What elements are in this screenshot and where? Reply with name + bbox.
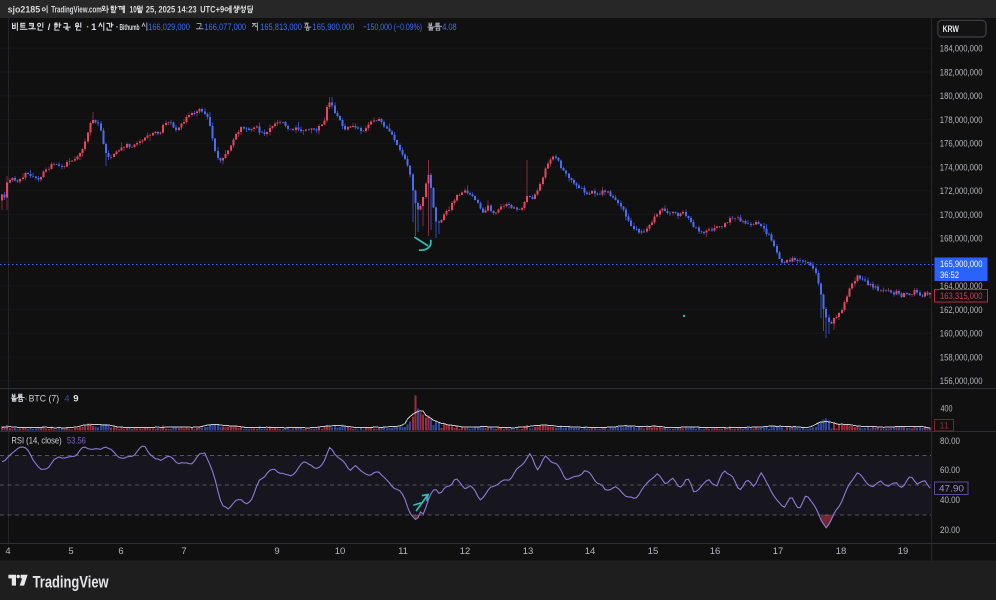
svg-text:18: 18: [836, 546, 847, 557]
svg-text:170,000,000: 170,000,000: [940, 210, 983, 221]
svg-text:13: 13: [523, 546, 534, 557]
svg-text:5: 5: [68, 546, 73, 557]
svg-text:10: 10: [335, 546, 346, 557]
svg-text:400: 400: [941, 403, 953, 414]
svg-text:11: 11: [940, 421, 949, 431]
svg-text:80.00: 80.00: [940, 436, 960, 447]
svg-text:19: 19: [898, 546, 909, 557]
svg-text:16: 16: [710, 546, 721, 557]
svg-text:182,000,000: 182,000,000: [940, 67, 983, 78]
svg-text:7: 7: [181, 546, 186, 557]
svg-text:184,000,000: 184,000,000: [940, 44, 983, 55]
svg-text:20.00: 20.00: [940, 525, 960, 536]
svg-text:12: 12: [460, 546, 471, 557]
svg-text:60.00: 60.00: [940, 465, 960, 476]
svg-text:166,029,000: 166,029,000: [148, 22, 190, 33]
svg-text:40.00: 40.00: [940, 495, 960, 506]
svg-text:156,000,000: 156,000,000: [940, 376, 983, 387]
svg-text:10: 10: [130, 5, 137, 15]
svg-text:14: 14: [585, 546, 596, 557]
svg-text:165,900,000: 165,900,000: [313, 22, 355, 33]
svg-text:174,000,000: 174,000,000: [940, 162, 983, 173]
svg-text:9: 9: [73, 393, 78, 404]
svg-text:·: ·: [116, 22, 119, 33]
svg-text:53.56: 53.56: [67, 435, 86, 446]
svg-text:sjo2185: sjo2185: [8, 5, 41, 15]
svg-text:·: ·: [24, 393, 27, 404]
svg-text:TradingView: TradingView: [33, 574, 109, 592]
svg-text:/: /: [48, 22, 51, 33]
svg-text:47.90: 47.90: [939, 484, 964, 495]
svg-text:180,000,000: 180,000,000: [940, 91, 983, 102]
svg-text:RSI (14, close): RSI (14, close): [11, 435, 61, 446]
svg-text:25, 2025 14:23: 25, 2025 14:23: [146, 5, 197, 15]
svg-text:15: 15: [648, 546, 659, 557]
svg-text:Bithumb: Bithumb: [120, 23, 140, 32]
svg-text:176,000,000: 176,000,000: [940, 139, 983, 150]
svg-text:4: 4: [5, 546, 10, 557]
svg-text:9: 9: [274, 546, 279, 557]
svg-text:162,000,000: 162,000,000: [940, 305, 983, 316]
svg-text:UTC+9: UTC+9: [200, 5, 224, 15]
svg-text:·: ·: [86, 22, 89, 33]
svg-text:4: 4: [64, 393, 69, 404]
svg-text:165,813,000: 165,813,000: [260, 22, 302, 33]
svg-text:17: 17: [773, 546, 784, 557]
svg-text:KRW: KRW: [943, 24, 959, 35]
svg-text:6: 6: [118, 546, 123, 557]
svg-text:4.08: 4.08: [442, 22, 456, 33]
svg-text:1: 1: [91, 22, 97, 33]
svg-text:11: 11: [398, 546, 408, 557]
svg-text:158,000,000: 158,000,000: [940, 352, 983, 363]
svg-text:166,077,000: 166,077,000: [204, 22, 246, 33]
svg-text:178,000,000: 178,000,000: [940, 115, 983, 126]
svg-text:168,000,000: 168,000,000: [940, 234, 983, 245]
svg-text:163,315,000: 163,315,000: [940, 291, 983, 302]
svg-text:−150,000 (−0.09%): −150,000 (−0.09%): [363, 22, 422, 33]
svg-text:172,000,000: 172,000,000: [940, 186, 983, 197]
svg-text:TradingView.com: TradingView.com: [51, 5, 102, 15]
svg-text:36:52: 36:52: [940, 270, 959, 281]
svg-text:BTC (7): BTC (7): [29, 393, 60, 404]
svg-text:160,000,000: 160,000,000: [940, 329, 983, 340]
svg-text:165,900,000: 165,900,000: [940, 259, 983, 270]
